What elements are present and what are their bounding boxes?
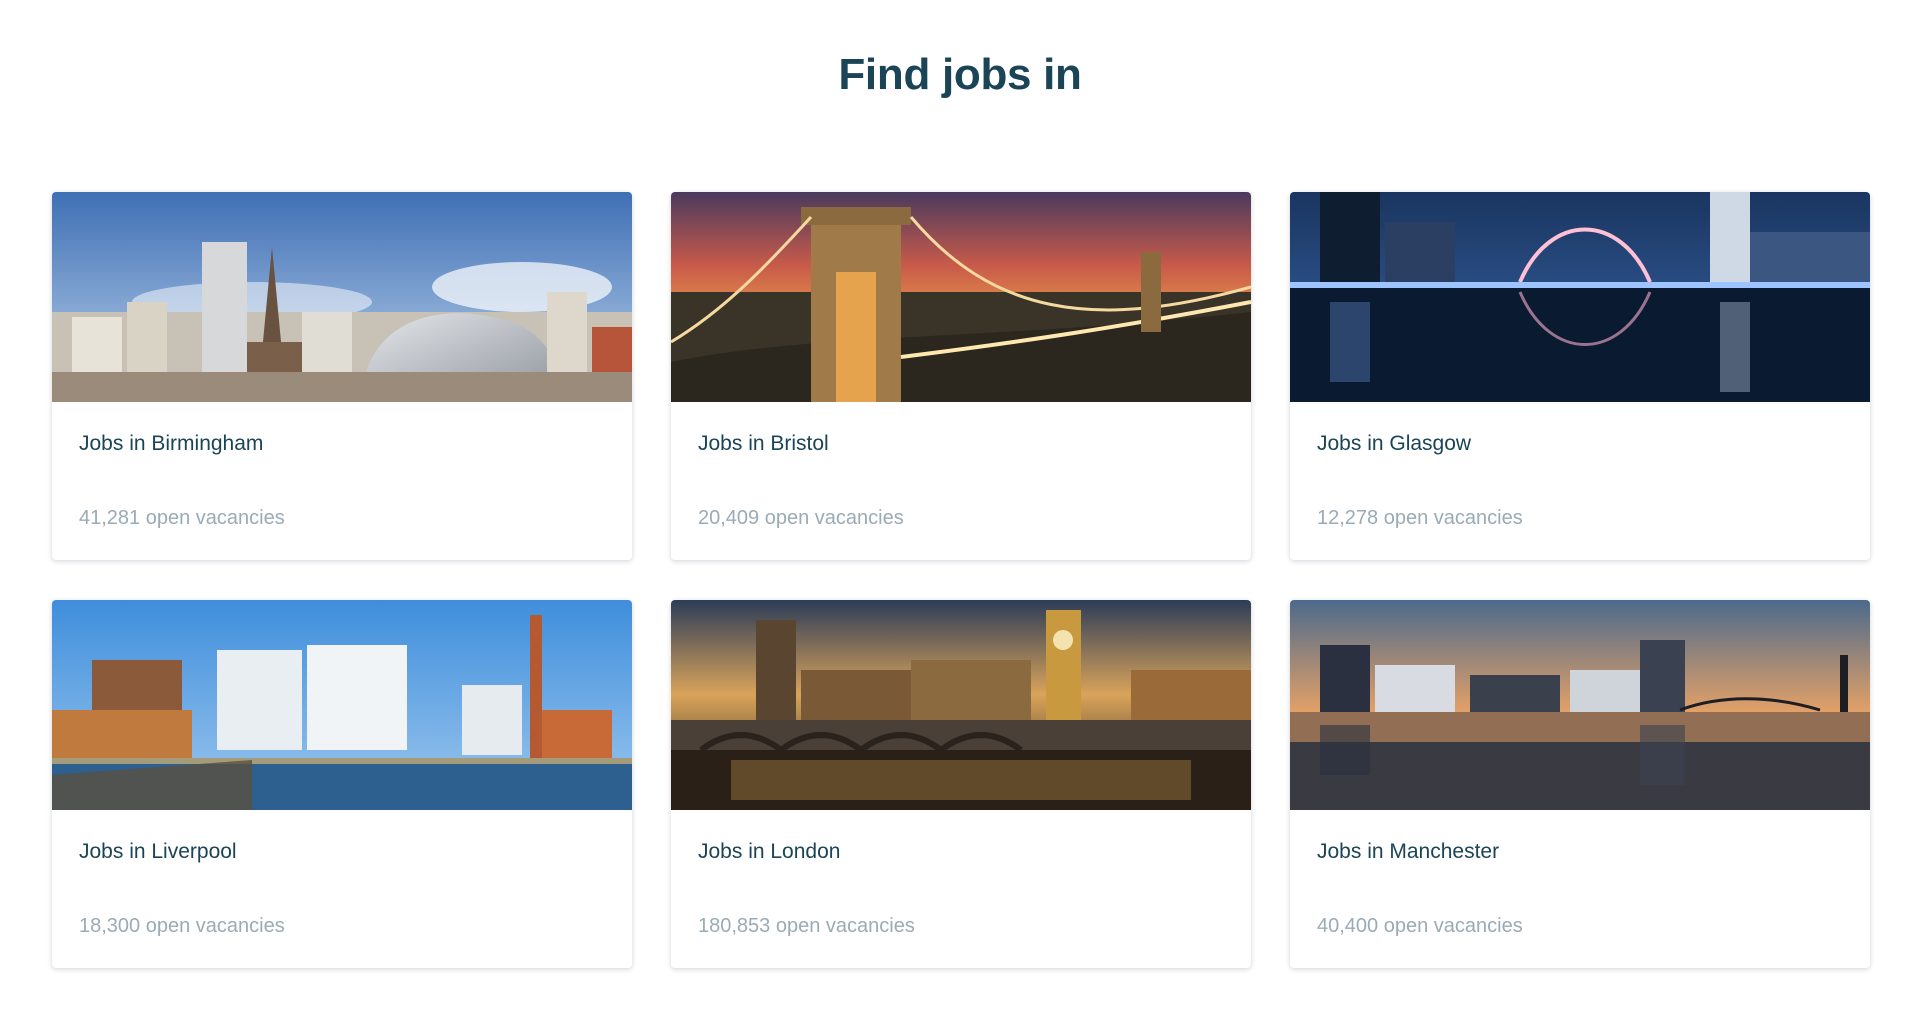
- vacancy-count: 20,409 open vacancies: [698, 507, 904, 529]
- bristol-suspension-bridge-photo: [671, 192, 1251, 402]
- city-card-manchester[interactable]: Jobs in Manchester 40,400 open vacancies: [1290, 600, 1870, 968]
- manchester-salford-quays-photo: [1290, 600, 1870, 810]
- card-title: Jobs in Birmingham: [79, 432, 264, 455]
- card-title: Jobs in Bristol: [698, 432, 829, 455]
- vacancy-count: 180,853 open vacancies: [698, 915, 915, 937]
- city-card-london[interactable]: Jobs in London 180,853 open vacancies: [671, 600, 1251, 968]
- vacancy-count: 18,300 open vacancies: [79, 915, 285, 937]
- card-title: Jobs in Liverpool: [79, 840, 237, 863]
- vacancy-count: 40,400 open vacancies: [1317, 915, 1523, 937]
- page-title: Find jobs in: [838, 50, 1082, 99]
- vacancy-count: 12,278 open vacancies: [1317, 507, 1523, 529]
- city-card-glasgow[interactable]: Jobs in Glasgow 12,278 open vacancies: [1290, 192, 1870, 560]
- card-title: Jobs in London: [698, 840, 841, 863]
- vacancy-count: 41,281 open vacancies: [79, 507, 285, 529]
- city-card-birmingham[interactable]: Jobs in Birmingham 41,281 open vacancies: [52, 192, 632, 560]
- card-title: Jobs in Manchester: [1317, 840, 1500, 863]
- card-title: Jobs in Glasgow: [1317, 432, 1472, 455]
- city-grid: Jobs in Birmingham 41,281 open vacancies: [52, 192, 1870, 968]
- city-card-bristol[interactable]: Jobs in Bristol 20,409 open vacancies: [671, 192, 1251, 560]
- london-westminster-photo: [671, 600, 1251, 810]
- birmingham-skyline-photo: [52, 192, 632, 402]
- glasgow-arch-bridge-night-photo: [1290, 192, 1870, 402]
- liverpool-docks-photo: [52, 600, 632, 810]
- city-card-liverpool[interactable]: Jobs in Liverpool 18,300 open vacancies: [52, 600, 632, 968]
